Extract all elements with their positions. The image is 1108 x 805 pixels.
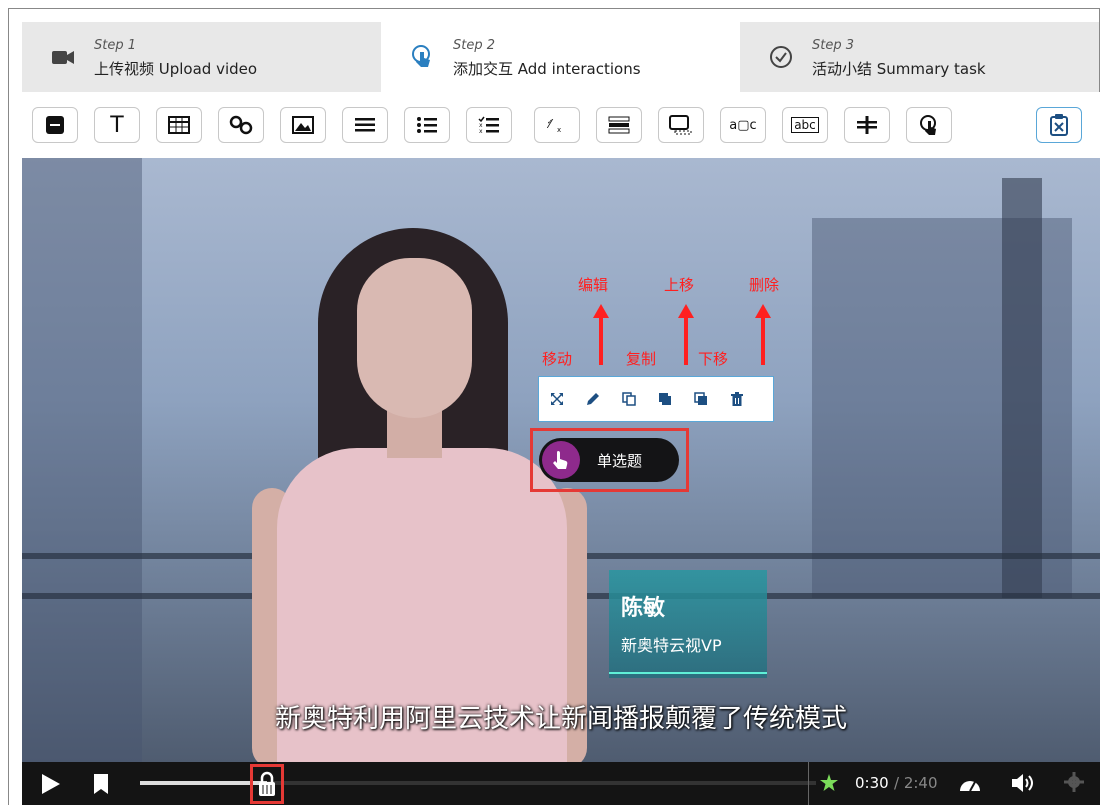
link-icon	[229, 115, 253, 135]
background-building	[22, 158, 142, 762]
bookmark-button[interactable]	[94, 774, 108, 794]
checklist-tool-button[interactable]: xx	[466, 107, 512, 143]
annotation-arrow	[761, 317, 765, 365]
star-icon[interactable]	[820, 774, 838, 792]
playback-speed-icon[interactable]	[958, 773, 982, 793]
table-icon	[168, 116, 190, 134]
bring-forward-icon	[659, 393, 671, 405]
current-time: 0:30	[855, 774, 889, 792]
seek-bar-played	[140, 781, 268, 785]
annotation-arrow	[755, 304, 771, 318]
annotation-arrow	[684, 317, 688, 365]
copy-icon	[622, 392, 636, 406]
text-tool-button[interactable]: T	[94, 107, 140, 143]
move-down-button[interactable]	[683, 377, 719, 421]
interaction-toolbar: T xx ⁄ ✓ x a▢c abc	[22, 92, 1100, 159]
resize-box-icon	[669, 115, 692, 135]
move-button[interactable]	[539, 377, 575, 421]
nameplate-underline	[609, 672, 767, 674]
presenter-face	[357, 258, 472, 418]
list-tool-button[interactable]	[342, 107, 388, 143]
resize-box-tool-button[interactable]	[658, 107, 704, 143]
annotation-move-down: 下移	[698, 350, 729, 368]
fill-blank-icon: abc	[791, 117, 819, 133]
touch-icon	[412, 45, 430, 67]
annotation-arrow	[599, 317, 603, 365]
highlight-box	[530, 428, 689, 492]
step-title: 添加交互 Add interactions	[453, 60, 641, 78]
background-column	[1002, 178, 1042, 598]
video-subtitle: 新奥特利用阿里云技术让新闻播报颠覆了传统模式	[274, 704, 847, 734]
volume-icon[interactable]	[1012, 773, 1036, 793]
annotation-arrow	[678, 304, 694, 318]
lock-icon[interactable]	[258, 771, 276, 797]
annotation-edit: 编辑	[578, 276, 609, 294]
annotation-arrow	[593, 304, 609, 318]
sort-icon	[608, 116, 630, 134]
speaker-role: 新奥特云视VP	[621, 636, 722, 655]
label-tool-button[interactable]	[32, 107, 78, 143]
play-button[interactable]	[42, 774, 60, 794]
divider-icon	[857, 116, 877, 134]
sort-tool-button[interactable]	[596, 107, 642, 143]
settings-gear-icon[interactable]	[1064, 772, 1084, 792]
lower-third-nameplate: 陈敏 新奥特云视VP	[609, 570, 767, 678]
drag-text-icon: a▢c	[729, 117, 757, 133]
send-backward-icon	[694, 392, 707, 405]
tab-step-2[interactable]: Step 2 添加交互 Add interactions	[381, 22, 740, 92]
speaker-name: 陈敏	[621, 596, 666, 621]
interaction-context-toolbar	[538, 376, 774, 422]
step-number: Step 3	[812, 38, 855, 53]
svg-text:x: x	[557, 126, 561, 134]
tab-step-3[interactable]: Step 3 活动小结 Summary task	[740, 22, 1099, 92]
checklist-icon: xx	[478, 116, 499, 134]
hotspot-icon	[920, 115, 936, 135]
edit-button[interactable]	[575, 377, 611, 421]
pencil-icon	[587, 393, 599, 405]
seek-end-marker	[808, 762, 809, 805]
table-tool-button[interactable]	[156, 107, 202, 143]
link-tool-button[interactable]	[218, 107, 264, 143]
fill-blank-tool-button[interactable]: abc	[782, 107, 828, 143]
drag-text-tool-button[interactable]: a▢c	[720, 107, 766, 143]
move-up-button[interactable]	[647, 377, 683, 421]
step-title: 上传视频 Upload video	[94, 60, 258, 78]
move-icon	[551, 393, 563, 405]
fraction-icon: ⁄✓x	[547, 117, 561, 134]
clipboard-icon	[1050, 114, 1068, 136]
trash-icon	[731, 392, 743, 406]
video-camera-icon	[52, 51, 74, 64]
hotspot-tool-button[interactable]	[906, 107, 952, 143]
step-tabs: Step 1 上传视频 Upload video Step 2 添加交互 Add…	[22, 22, 1100, 92]
player-controls: 0:30 / 2:40	[22, 762, 1100, 805]
check-circle-icon	[770, 46, 792, 68]
step-number: Step 2	[453, 38, 496, 53]
annotation-move-up: 上移	[664, 276, 695, 294]
video-canvas[interactable]: 编辑 上移 删除 移动 复制 下移 单选题 陈敏 新奥特云视VP 新奥特利用阿里…	[22, 158, 1100, 762]
delete-button[interactable]	[719, 377, 755, 421]
bullet-list-icon	[417, 117, 437, 133]
step-title: 活动小结 Summary task	[812, 60, 986, 78]
tab-step-1[interactable]: Step 1 上传视频 Upload video	[22, 22, 381, 92]
label-icon	[46, 116, 64, 134]
copy-button[interactable]	[611, 377, 647, 421]
clipboard-button[interactable]	[1036, 107, 1082, 143]
annotation-move: 移动	[542, 350, 573, 368]
annotation-delete: 删除	[749, 276, 780, 294]
fraction-tool-button[interactable]: ⁄ ✓ x	[534, 107, 580, 143]
text-icon: T	[110, 112, 124, 138]
total-time: / 2:40	[894, 774, 938, 792]
list-icon	[355, 118, 375, 132]
annotation-copy: 复制	[626, 350, 657, 368]
divider-tool-button[interactable]	[844, 107, 890, 143]
svg-text:✓: ✓	[547, 118, 553, 126]
step-number: Step 1	[94, 38, 137, 53]
bullet-list-tool-button[interactable]	[404, 107, 450, 143]
image-icon	[292, 116, 314, 134]
svg-text:x: x	[479, 128, 483, 134]
image-tool-button[interactable]	[280, 107, 326, 143]
